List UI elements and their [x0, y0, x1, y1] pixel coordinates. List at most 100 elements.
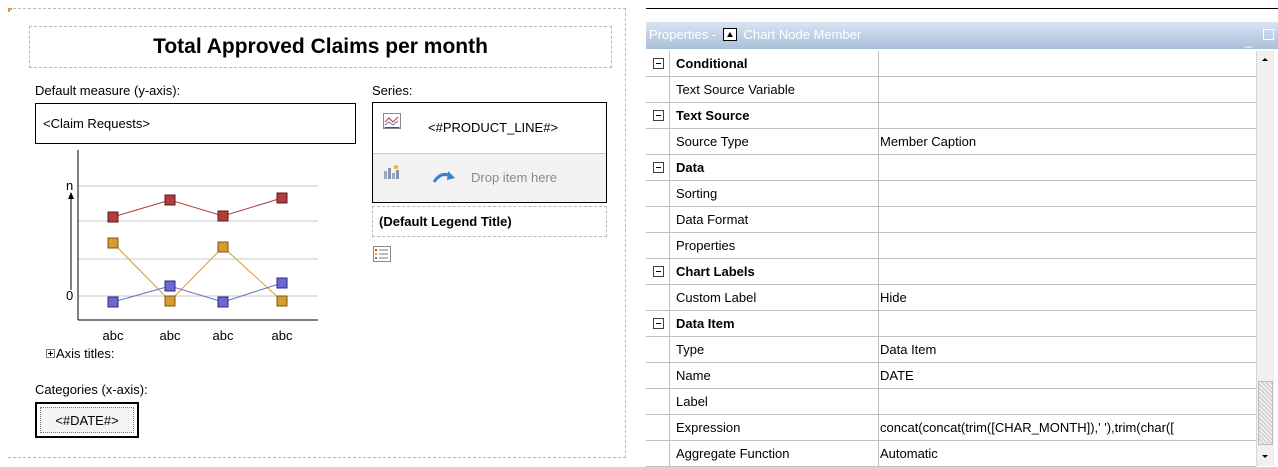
property-value[interactable]: DATE [880, 363, 1256, 389]
property-name: Aggregate Function [671, 441, 879, 467]
expand-plus-icon[interactable] [46, 349, 55, 359]
legend-title[interactable]: (Default Legend Title) [372, 206, 607, 237]
property-category-row[interactable]: Data [646, 155, 1256, 181]
series-dropzone[interactable]: <#PRODUCT_LINE#> Drop item here [372, 102, 607, 203]
corner-handle-icon[interactable] [8, 8, 12, 12]
row-expander [646, 77, 670, 103]
series-line-red [112, 197, 283, 218]
insert-series-icon [384, 164, 399, 179]
data-point [164, 194, 176, 206]
data-point [107, 296, 119, 308]
property-value[interactable] [880, 155, 1256, 181]
data-point [217, 241, 229, 253]
property-category-row[interactable]: Conditional [646, 51, 1256, 77]
property-row[interactable]: Expression concat(concat(trim([CHAR_MONTH… [646, 415, 1256, 441]
row-expander[interactable] [646, 259, 670, 285]
row-expander [646, 285, 670, 311]
collapse-minus-icon[interactable] [653, 318, 664, 329]
property-value[interactable] [880, 181, 1256, 207]
series-label: Series: [372, 83, 413, 98]
property-value[interactable] [880, 207, 1256, 233]
property-value[interactable] [880, 259, 1256, 285]
property-category-row[interactable]: Data Item [646, 311, 1256, 337]
category-name: Chart Labels [671, 259, 879, 285]
canvas-border-bottom [8, 457, 626, 458]
property-value[interactable] [880, 103, 1256, 129]
properties-title-prefix: Properties - [649, 27, 717, 42]
row-expander[interactable] [646, 103, 670, 129]
data-point [217, 210, 229, 222]
series-drop-target[interactable]: Drop item here [373, 154, 606, 202]
collapse-minus-icon[interactable] [653, 110, 664, 121]
legend-icon[interactable] [373, 246, 391, 262]
categories-dropzone[interactable]: <#DATE#> [35, 402, 139, 438]
property-row[interactable]: Label [646, 389, 1256, 415]
data-point [164, 295, 176, 307]
scroll-thumb[interactable] [1258, 381, 1273, 445]
y-top-label: n [66, 178, 73, 193]
drop-arrow-icon [432, 171, 455, 183]
property-row[interactable]: Source Type Member Caption [646, 129, 1256, 155]
property-name: Name [671, 363, 879, 389]
collapse-minus-icon[interactable] [653, 266, 664, 277]
up-arrow-icon [68, 192, 74, 199]
property-row[interactable]: Aggregate Function Automatic [646, 441, 1256, 467]
property-name: Label [671, 389, 879, 415]
property-category-row[interactable]: Text Source [646, 103, 1256, 129]
x-tick-label: abc [272, 328, 293, 343]
properties-panel: Properties - Chart Node Member _ Conditi… [646, 0, 1278, 467]
property-name: Type [671, 337, 879, 363]
chart-preview[interactable]: n 0 abc abc abc abc [40, 150, 330, 350]
row-expander [646, 337, 670, 363]
property-row[interactable]: Name DATE [646, 363, 1256, 389]
property-name: Sorting [671, 181, 879, 207]
vertical-scrollbar[interactable] [1256, 51, 1274, 466]
maximize-button[interactable] [1263, 29, 1274, 40]
drop-item-hint: Drop item here [471, 170, 557, 185]
series-item-label: <#PRODUCT_LINE#> [428, 120, 559, 135]
canvas-border-top [8, 8, 626, 9]
property-value[interactable]: concat(concat(trim([CHAR_MONTH]),' '),tr… [880, 415, 1256, 441]
row-expander[interactable] [646, 311, 670, 337]
data-point [276, 295, 288, 307]
property-row[interactable]: Text Source Variable [646, 77, 1256, 103]
scroll-down-button[interactable] [1257, 448, 1274, 466]
canvas-border-right [625, 8, 626, 458]
property-value[interactable] [880, 233, 1256, 259]
property-row[interactable]: Data Format [646, 207, 1256, 233]
property-value[interactable]: Automatic [880, 441, 1256, 467]
property-value[interactable] [880, 311, 1256, 337]
select-ancestor-icon[interactable] [722, 28, 737, 42]
property-row[interactable]: Sorting [646, 181, 1256, 207]
property-value[interactable] [880, 77, 1256, 103]
row-expander[interactable] [646, 155, 670, 181]
y-bottom-label: 0 [66, 288, 73, 303]
x-tick-label: abc [103, 328, 124, 343]
property-value[interactable] [880, 389, 1256, 415]
property-name: Data Format [671, 207, 879, 233]
default-measure-dropzone[interactable]: <Claim Requests> [35, 103, 356, 144]
data-point [276, 192, 288, 204]
property-category-row[interactable]: Chart Labels [646, 259, 1256, 285]
series-item[interactable]: <#PRODUCT_LINE#> [373, 103, 606, 154]
chart-title[interactable]: Total Approved Claims per month [29, 26, 612, 68]
axis-titles-toggle[interactable]: Axis titles: [46, 346, 115, 361]
property-value[interactable]: Member Caption [880, 129, 1256, 155]
row-expander[interactable] [646, 51, 670, 77]
property-value[interactable] [880, 51, 1256, 77]
property-row[interactable]: Custom Label Hide [646, 285, 1256, 311]
property-row[interactable]: Type Data Item [646, 337, 1256, 363]
property-row[interactable]: Properties [646, 233, 1256, 259]
row-expander [646, 389, 670, 415]
axis-titles-label: Axis titles: [56, 346, 115, 361]
row-expander [646, 233, 670, 259]
category-name: Conditional [671, 51, 879, 77]
category-name: Data Item [671, 311, 879, 337]
row-expander [646, 363, 670, 389]
property-value[interactable]: Hide [880, 285, 1256, 311]
property-value[interactable]: Data Item [880, 337, 1256, 363]
scroll-up-button[interactable] [1257, 51, 1274, 69]
categories-item[interactable]: <#DATE#> [40, 407, 134, 433]
collapse-minus-icon[interactable] [653, 162, 664, 173]
collapse-minus-icon[interactable] [653, 58, 664, 69]
